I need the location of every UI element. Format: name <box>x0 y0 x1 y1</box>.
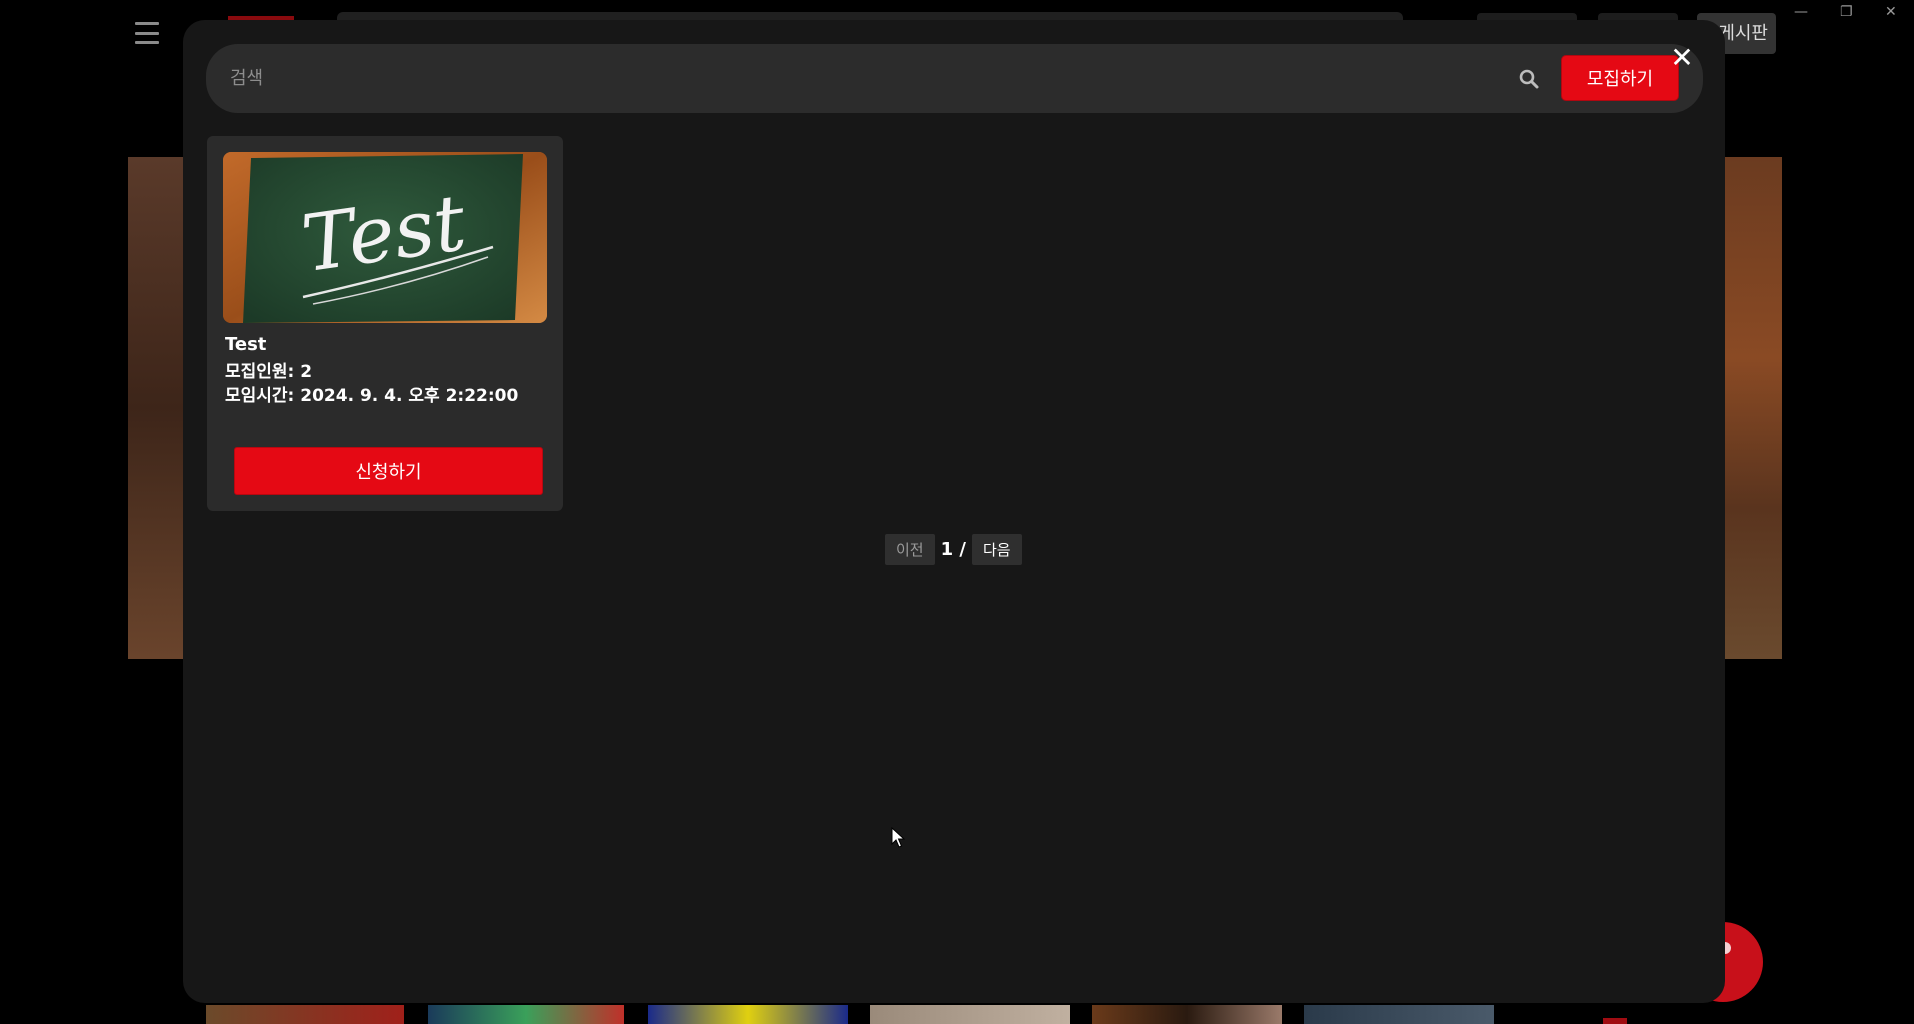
apply-button[interactable]: 신청하기 <box>234 447 543 495</box>
poster-thumbnail[interactable] <box>1304 1005 1494 1024</box>
card-image[interactable]: Test <box>223 152 547 323</box>
poster-thumbnail[interactable] <box>1092 1005 1282 1024</box>
card-time: 모임시간: 2024. 9. 4. 오후 2:22:00 <box>225 386 519 406</box>
chalkboard-image: Test <box>223 152 547 323</box>
poster-thumbnail[interactable] <box>870 1005 1070 1024</box>
recruit-button[interactable]: 모집하기 <box>1561 55 1679 101</box>
banner-image-left <box>128 157 184 659</box>
minimize-icon[interactable]: — <box>1794 4 1808 20</box>
meeting-card: Test Test 모집인원: 2 모임시간: 2024. 9. 4. 오후 2… <box>207 136 563 511</box>
page-indicator: 1 / <box>940 539 966 560</box>
pagination: 이전 1 / 다음 <box>885 534 1022 565</box>
search-icon[interactable] <box>1517 67 1541 91</box>
menu-icon[interactable] <box>135 22 159 44</box>
poster-thumbnail[interactable] <box>428 1005 624 1024</box>
search-bar: 모집하기 <box>206 44 1703 113</box>
mouse-cursor-icon <box>891 827 905 848</box>
prev-page-button[interactable]: 이전 <box>885 534 935 565</box>
poster-thumbnail[interactable] <box>206 1005 404 1024</box>
poster-thumbnail[interactable] <box>648 1005 848 1024</box>
close-icon[interactable]: ✕ <box>1670 44 1694 72</box>
background-accent <box>1603 1018 1627 1024</box>
search-input[interactable] <box>230 58 1480 98</box>
banner-image-right <box>1725 157 1782 659</box>
restore-icon[interactable]: ❐ <box>1840 4 1853 20</box>
card-title: Test <box>225 334 267 355</box>
card-members: 모집인원: 2 <box>225 362 313 382</box>
close-window-icon[interactable]: ✕ <box>1885 4 1897 20</box>
next-page-button[interactable]: 다음 <box>971 534 1022 565</box>
